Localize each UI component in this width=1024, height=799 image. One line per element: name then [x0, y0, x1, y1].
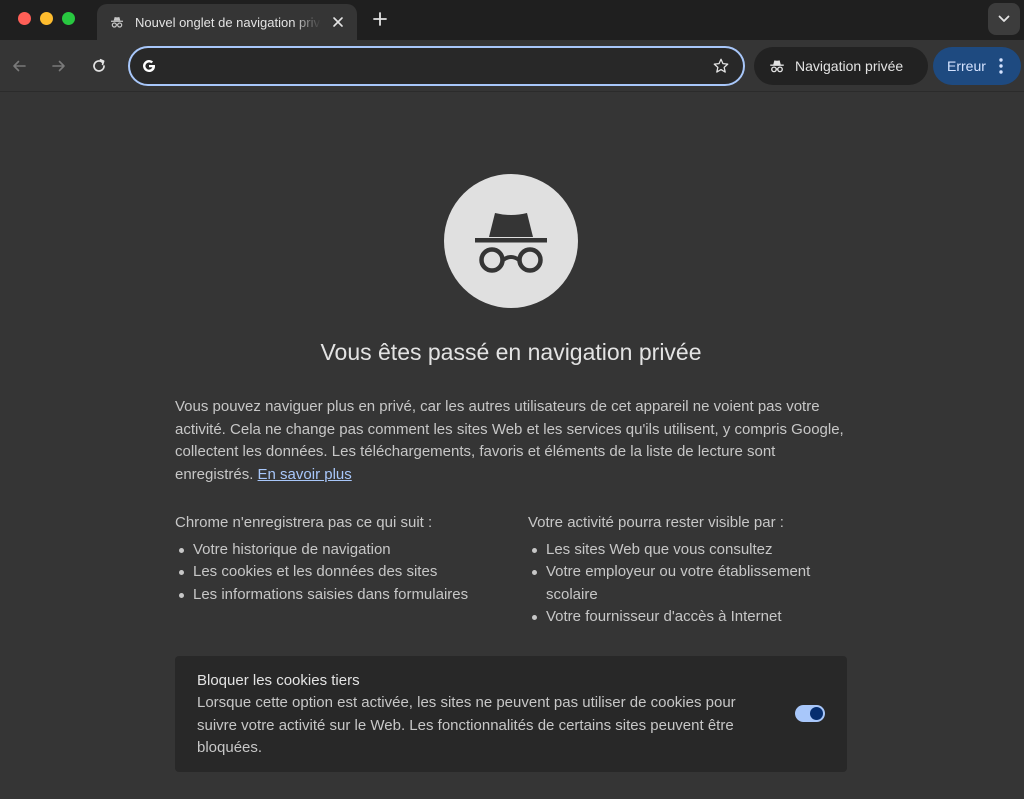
tab-new-incognito[interactable]: Nouvel onglet de navigation privée	[97, 4, 357, 40]
arrow-left-icon[interactable]	[7, 54, 31, 78]
chevron-down-icon[interactable]	[988, 3, 1020, 35]
may-be-visible-list: Les sites Web que vous consultez Votre e…	[528, 539, 848, 629]
reload-icon[interactable]	[87, 54, 111, 78]
may-be-visible-title: Votre activité pourra rester visible par…	[528, 514, 784, 531]
maximize-window-button[interactable]	[62, 12, 75, 25]
cookie-card-title: Bloquer les cookies tiers	[197, 672, 360, 689]
incognito-chip[interactable]: Navigation privée	[754, 47, 928, 85]
may-be-visible-section: Votre activité pourra rester visible par…	[528, 512, 848, 629]
toolbar: Navigation privée Erreur	[0, 40, 1024, 92]
block-third-party-cookies-card: Bloquer les cookies tiers Lorsque cette …	[175, 656, 847, 772]
arrow-right-icon[interactable]	[47, 54, 71, 78]
error-label: Erreur	[947, 58, 986, 74]
star-icon[interactable]	[711, 56, 731, 76]
plus-icon[interactable]	[370, 9, 390, 29]
close-window-button[interactable]	[18, 12, 31, 25]
incognito-logo-icon	[444, 174, 578, 308]
tab-strip: Nouvel onglet de navigation privée	[0, 0, 1024, 40]
address-input[interactable]	[166, 58, 711, 74]
error-menu-button[interactable]: Erreur	[933, 47, 1021, 85]
close-icon[interactable]	[329, 13, 347, 31]
incognito-icon	[109, 14, 125, 30]
list-item: Votre employeur ou votre établissement s…	[528, 561, 848, 606]
learn-more-link[interactable]: En savoir plus	[258, 466, 352, 483]
kebab-icon	[996, 56, 1006, 76]
list-item: Les sites Web que vous consultez	[528, 539, 848, 562]
toggle-knob	[810, 707, 823, 720]
list-item: Votre historique de navigation	[175, 539, 505, 562]
incognito-label: Navigation privée	[795, 58, 904, 74]
intro-paragraph: Vous pouvez naviguer plus en privé, car …	[175, 396, 847, 486]
not-saved-title: Chrome n'enregistrera pas ce qui suit :	[175, 514, 433, 531]
not-saved-section: Chrome n'enregistrera pas ce qui suit : …	[175, 512, 505, 606]
google-g-icon	[140, 57, 158, 75]
cookie-card-description: Lorsque cette option est activée, les si…	[197, 694, 736, 756]
tab-title: Nouvel onglet de navigation privée	[135, 14, 321, 30]
page-title: Vous êtes passé en navigation privée	[320, 339, 702, 365]
not-saved-list: Votre historique de navigation Les cooki…	[175, 539, 505, 607]
incognito-icon	[768, 57, 786, 75]
list-item: Les cookies et les données des sites	[175, 561, 505, 584]
address-bar[interactable]	[128, 46, 745, 86]
list-item: Votre fournisseur d'accès à Internet	[528, 606, 848, 629]
minimize-window-button[interactable]	[40, 12, 53, 25]
browser-window: Nouvel onglet de navigation privée Navig…	[0, 0, 1024, 799]
block-cookies-toggle[interactable]	[795, 705, 825, 722]
list-item: Les informations saisies dans formulaire…	[175, 584, 505, 607]
